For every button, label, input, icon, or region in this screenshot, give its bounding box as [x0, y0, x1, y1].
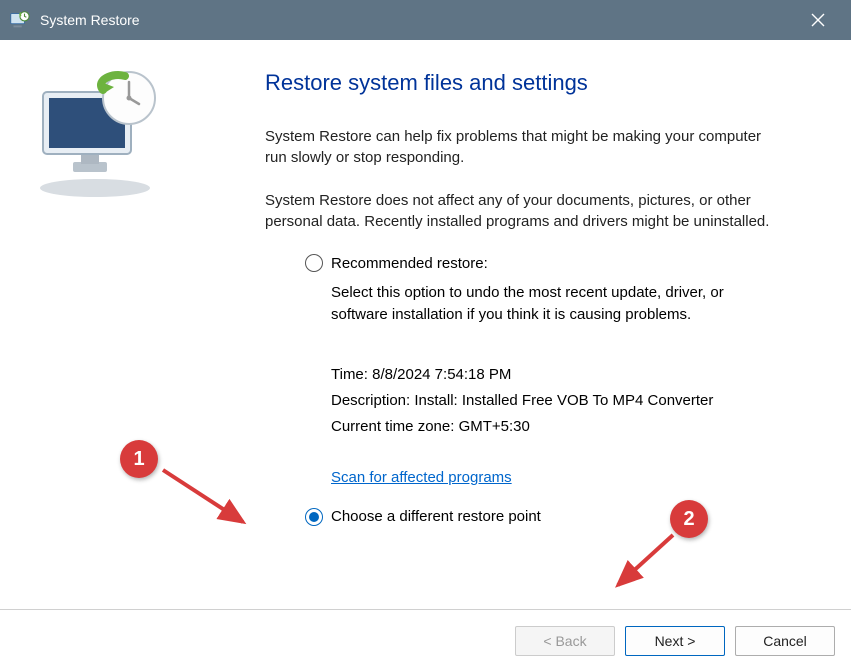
description-value: Install: Installed Free VOB To MP4 Conve… [414, 392, 713, 409]
footer: < Back Next > Cancel [0, 610, 851, 672]
intro-paragraph-1: System Restore can help fix problems tha… [265, 126, 785, 168]
annotation-arrow-2 [608, 530, 688, 600]
system-restore-icon [8, 9, 30, 31]
timezone-value: GMT+5:30 [459, 418, 530, 435]
window-body: Restore system files and settings System… [0, 40, 851, 610]
time-label: Time: [331, 366, 368, 383]
titlebar: System Restore [0, 0, 851, 40]
back-button[interactable]: < Back [515, 626, 615, 656]
different-point-label: Choose a different restore point [331, 508, 541, 525]
description-label: Description: [331, 392, 410, 409]
different-point-radio[interactable] [305, 508, 323, 526]
recommended-description: Select this option to undo the most rece… [331, 282, 771, 326]
different-point-option[interactable]: Choose a different restore point [305, 508, 811, 526]
recommended-option: Recommended restore: Select this option … [305, 254, 811, 486]
recommended-radio-row[interactable]: Recommended restore: [305, 254, 811, 272]
recommended-radio-label: Recommended restore: [331, 255, 488, 272]
cancel-button[interactable]: Cancel [735, 626, 835, 656]
annotation-arrow-1 [158, 460, 258, 540]
window-title: System Restore [40, 12, 793, 28]
page-title: Restore system files and settings [265, 70, 811, 96]
next-button[interactable]: Next > [625, 626, 725, 656]
close-button[interactable] [793, 0, 843, 40]
intro-paragraph-2: System Restore does not affect any of yo… [265, 190, 785, 232]
annotation-marker-1: 1 [120, 440, 158, 478]
time-value: 8/8/2024 7:54:18 PM [372, 366, 511, 383]
scan-affected-programs-link[interactable]: Scan for affected programs [331, 469, 512, 486]
recommended-radio[interactable] [305, 254, 323, 272]
content-panel: Restore system files and settings System… [190, 40, 851, 609]
restore-point-details: Time: 8/8/2024 7:54:18 PM Description: I… [331, 366, 811, 435]
timezone-label: Current time zone: [331, 418, 454, 435]
